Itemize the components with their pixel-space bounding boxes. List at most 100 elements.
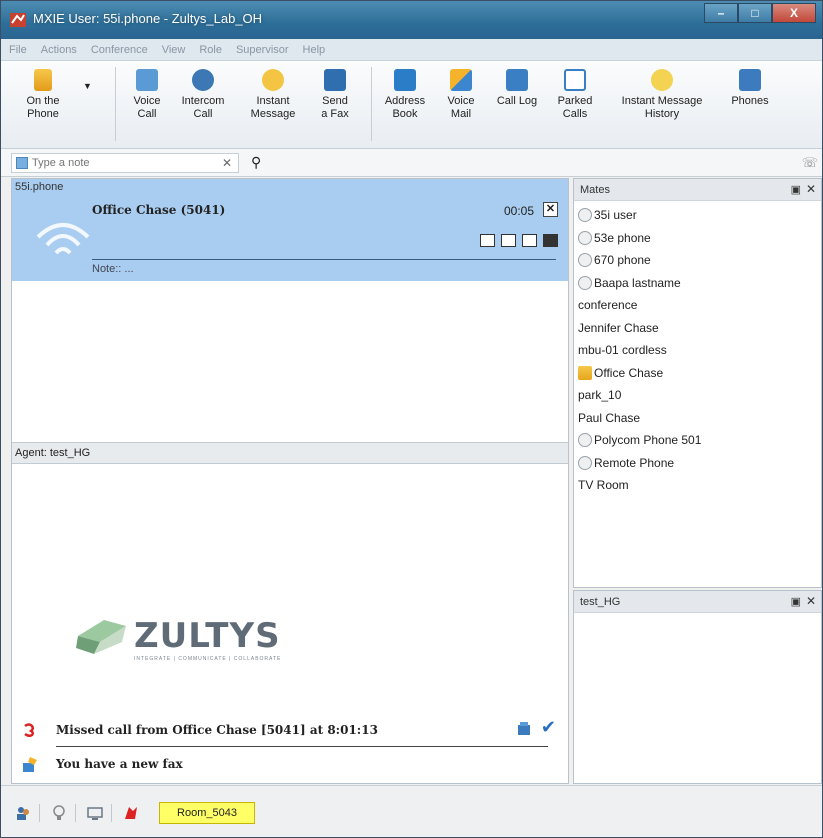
- checkmark-icon[interactable]: ✔: [541, 717, 556, 738]
- note-icon: [16, 157, 28, 169]
- hold-icon[interactable]: [543, 234, 558, 247]
- binoculars-icon[interactable]: ⚲: [251, 154, 261, 171]
- menu-view[interactable]: View: [162, 44, 186, 56]
- mate-name: mbu-01 cordless: [578, 343, 667, 358]
- phone-icon[interactable]: ☏: [802, 155, 818, 171]
- menu-conference[interactable]: Conference: [91, 44, 148, 56]
- agent-bar: Agent: test_HG: [12, 442, 568, 464]
- calls-panel: 55i.phone Office Chase (5041) 00:05 ✕ No…: [11, 178, 569, 784]
- new-fax-text: You have a new fax: [56, 757, 183, 771]
- call-timer: 00:05: [503, 204, 534, 218]
- zultys-logo: ZULTYS INTEGRATE | COMMUNICATE | COLLABO…: [74, 612, 334, 662]
- call-status-wave-icon: [36, 223, 90, 255]
- phones-button[interactable]: Phones: [725, 69, 775, 108]
- intercom-icon: [192, 69, 214, 91]
- mate-item[interactable]: Office Chase: [578, 362, 817, 385]
- test-hg-title: test_HG: [580, 596, 621, 608]
- close-panel-icon[interactable]: ✕: [806, 182, 816, 196]
- fax-icon: [23, 757, 37, 772]
- conference-icon[interactable]: [501, 234, 516, 247]
- voice-mail-button[interactable]: Voice Mail: [441, 69, 481, 121]
- mate-item[interactable]: Baapa lastname: [578, 272, 817, 295]
- note-input-box: ✕: [11, 153, 239, 173]
- mate-item[interactable]: 53e phone: [578, 227, 817, 250]
- chat-bubble-icon: [262, 69, 284, 91]
- mxie-app-icon: [10, 13, 26, 27]
- menu-supervisor[interactable]: Supervisor: [236, 44, 289, 56]
- parked-calls-icon: [564, 69, 586, 91]
- mates-list: 35i user 53e phone 670 phone Baapa lastname…: [574, 201, 821, 500]
- mate-item[interactable]: mbu-01 cordless: [578, 339, 817, 362]
- phone-icon: [136, 69, 158, 91]
- mates-header: Mates ▣ ✕: [574, 179, 821, 201]
- title-bar: MXIE User: 55i.phone - Zultys_Lab_OH – □…: [1, 1, 822, 39]
- menu-bar: File Actions Conference View Role Superv…: [1, 39, 822, 61]
- note-input[interactable]: [32, 155, 212, 171]
- voice-call-button[interactable]: Voice Call: [125, 69, 169, 121]
- minimize-button[interactable]: –: [704, 3, 738, 23]
- intercom-call-button[interactable]: Intercom Call: [175, 69, 231, 121]
- presence-button[interactable]: On the Phone: [13, 69, 73, 121]
- im-history-button[interactable]: Instant Message History: [609, 69, 715, 121]
- line-label: 55i.phone: [15, 181, 64, 193]
- presence-status-icon: [578, 455, 592, 470]
- missed-call-notification[interactable]: Missed call from Office Chase [5041] at …: [12, 713, 568, 747]
- mate-name: Polycom Phone 501: [594, 433, 702, 448]
- instant-message-button[interactable]: Instant Message: [245, 69, 301, 121]
- menu-actions[interactable]: Actions: [41, 44, 77, 56]
- mate-item[interactable]: 670 phone: [578, 249, 817, 272]
- note-bar: ✕ ⚲ ☏: [1, 149, 822, 177]
- voicemail-icon: [450, 69, 472, 91]
- monitor-icon[interactable]: [87, 805, 103, 821]
- active-call-card[interactable]: 55i.phone Office Chase (5041) 00:05 ✕ No…: [12, 179, 568, 281]
- mate-name: Remote Phone: [594, 455, 675, 470]
- close-panel-icon[interactable]: ✕: [806, 594, 816, 608]
- transfer-icon[interactable]: [480, 234, 495, 247]
- mate-item[interactable]: TV Room: [578, 474, 817, 497]
- mate-name: TV Room: [578, 478, 629, 493]
- on-call-status-icon: [578, 365, 592, 380]
- mate-item[interactable]: Remote Phone: [578, 452, 817, 475]
- park-icon[interactable]: [522, 234, 537, 247]
- parked-calls-button[interactable]: Parked Calls: [553, 69, 597, 121]
- menu-file[interactable]: File: [9, 44, 27, 56]
- room-status[interactable]: Room_5043: [159, 802, 255, 824]
- mate-item[interactable]: Paul Chase: [578, 407, 817, 430]
- call-back-icon[interactable]: [516, 721, 532, 737]
- mate-name: conference: [578, 298, 638, 313]
- call-log-button[interactable]: Call Log: [491, 69, 543, 108]
- toolbar: On the Phone ▼ Voice Call Intercom Call …: [1, 61, 822, 149]
- chat-history-icon: [651, 69, 673, 91]
- close-button[interactable]: X: [772, 3, 816, 23]
- pin-icon[interactable]: ▣: [791, 183, 801, 196]
- mate-name: 670 phone: [594, 253, 651, 268]
- mate-item[interactable]: Polycom Phone 501: [578, 429, 817, 452]
- mate-item[interactable]: Jennifer Chase: [578, 317, 817, 340]
- missed-call-text: Missed call from Office Chase [5041] at …: [56, 723, 378, 737]
- users-icon[interactable]: [15, 805, 31, 821]
- lightbulb-icon[interactable]: [51, 805, 67, 821]
- phone-presence-icon: [34, 69, 52, 91]
- mate-name: Jennifer Chase: [578, 320, 659, 335]
- mate-item[interactable]: conference: [578, 294, 817, 317]
- menu-role[interactable]: Role: [199, 44, 222, 56]
- menu-help[interactable]: Help: [303, 44, 326, 56]
- hangup-button[interactable]: ✕: [543, 202, 558, 217]
- address-book-button[interactable]: Address Book: [381, 69, 429, 121]
- chevron-down-icon[interactable]: ▼: [83, 81, 92, 91]
- send-fax-button[interactable]: Send a Fax: [313, 69, 357, 121]
- hotel-room-icon[interactable]: [123, 805, 139, 821]
- mate-item[interactable]: 35i user: [578, 204, 817, 227]
- new-fax-notification[interactable]: You have a new fax: [12, 747, 568, 781]
- maximize-button[interactable]: □: [738, 3, 772, 23]
- presence-status-icon: [578, 275, 592, 290]
- mate-name: Baapa lastname: [594, 275, 681, 290]
- test-hg-header: test_HG ▣ ✕: [574, 591, 821, 613]
- mxie-window: MXIE User: 55i.phone - Zultys_Lab_OH – □…: [0, 0, 823, 838]
- call-note[interactable]: Note:: ...: [92, 263, 134, 275]
- address-book-icon: [394, 69, 416, 91]
- mate-item[interactable]: park_10: [578, 384, 817, 407]
- pin-icon[interactable]: ▣: [791, 595, 801, 608]
- clear-note-icon[interactable]: ✕: [222, 156, 232, 170]
- mates-title: Mates: [580, 184, 610, 196]
